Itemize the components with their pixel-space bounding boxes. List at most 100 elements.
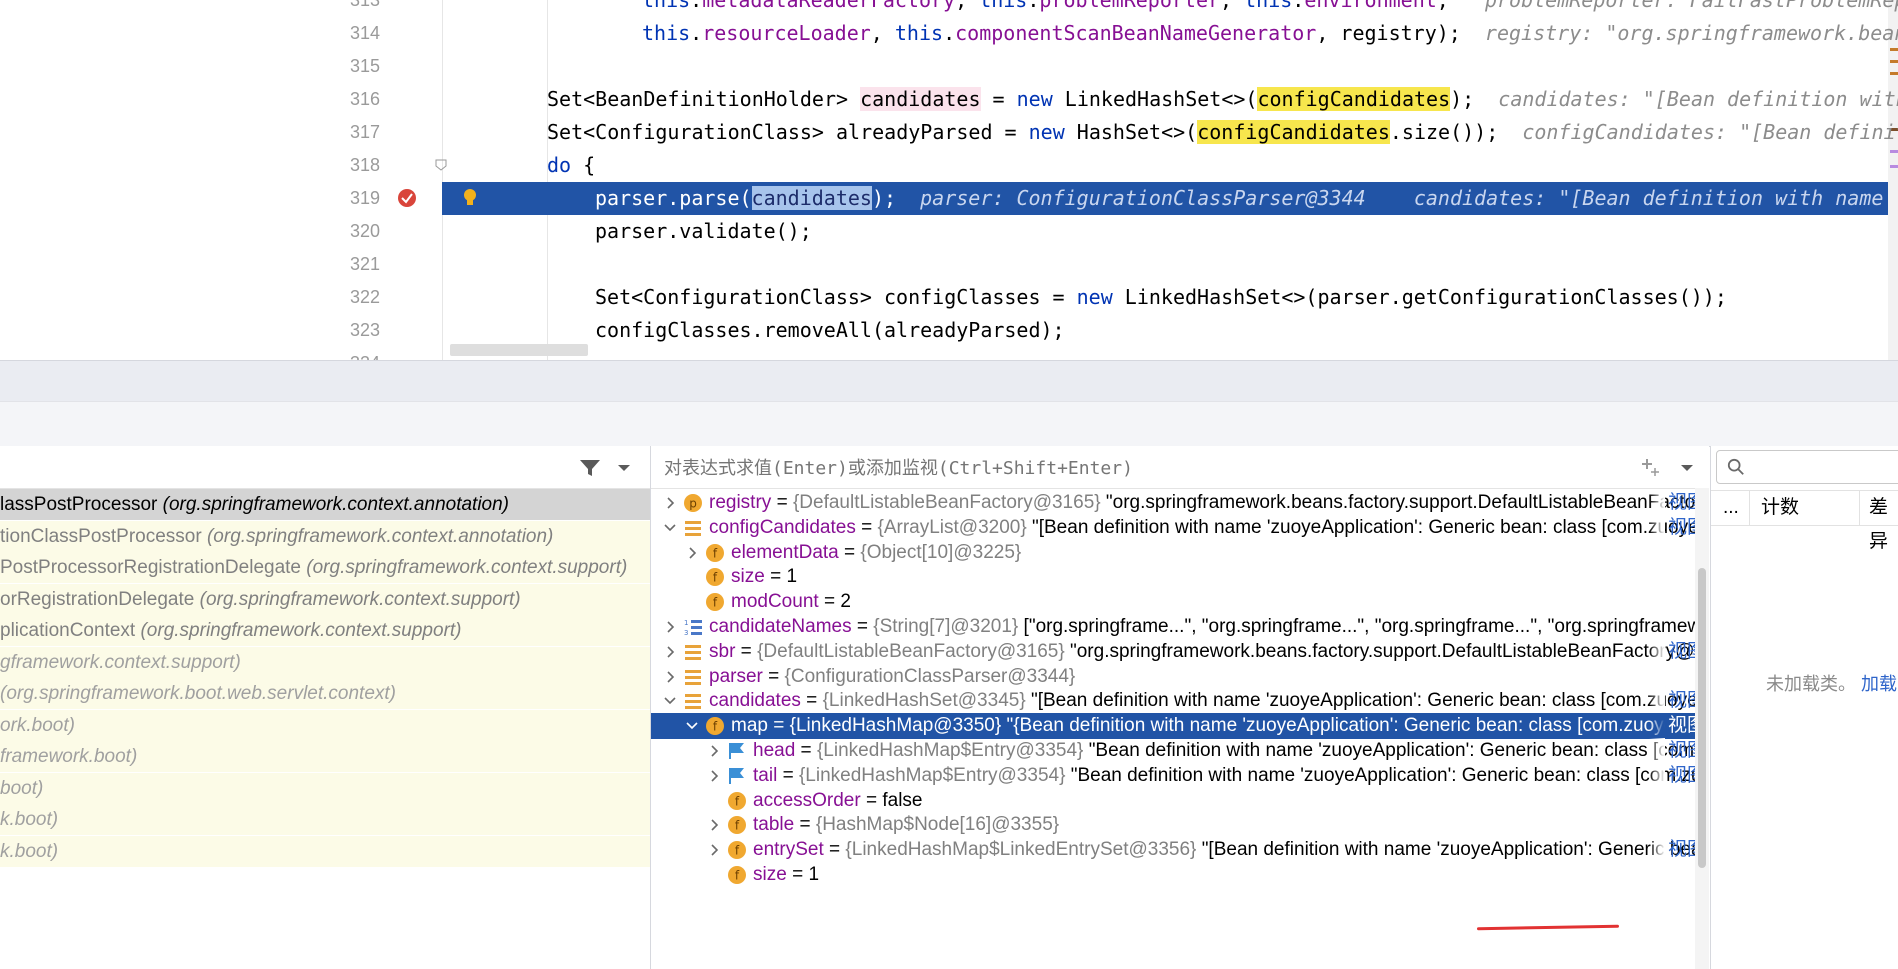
- stack-frame[interactable]: tionClassPostProcessor (org.springframew…: [0, 520, 650, 552]
- equals-sign: =: [860, 789, 883, 811]
- memory-panel[interactable]: ... 计数 差异 未加载类。 加载类: [1710, 446, 1898, 969]
- variable-row-head[interactable]: head = {LinkedHashMap$Entry@3354} "Bean …: [651, 738, 1709, 764]
- variable-row-table[interactable]: f table = {HashMap$Node[16]@3355}: [651, 812, 1709, 838]
- line-number-317[interactable]: 317: [345, 116, 442, 149]
- fold-marker-icon[interactable]: [434, 158, 448, 172]
- code-token: new: [1016, 87, 1053, 111]
- variable-row-accessOrder[interactable]: f accessOrder = false: [651, 788, 1709, 814]
- chevron-right-icon[interactable]: [661, 490, 679, 516]
- code-line-320[interactable]: parser.validate();: [442, 215, 1898, 248]
- line-number-322[interactable]: 322: [345, 281, 442, 314]
- line-number-320[interactable]: 320: [345, 215, 442, 248]
- variable-row-size[interactable]: f size = 1: [651, 862, 1709, 888]
- line-number-319[interactable]: 319: [345, 182, 442, 215]
- line-number-313[interactable]: 313: [345, 0, 442, 17]
- stack-frame[interactable]: gframework.context.support): [0, 646, 650, 678]
- chevron-right-icon[interactable]: [661, 639, 679, 665]
- equals-sign: =: [855, 516, 878, 538]
- evaluate-expression-bar: [651, 446, 1709, 489]
- chevron-down-icon[interactable]: [683, 713, 701, 739]
- stack-frame[interactable]: lassPostProcessor (org.springframework.c…: [0, 489, 650, 520]
- stack-frame[interactable]: ork.boot): [0, 709, 650, 741]
- debug-toolbar: [0, 401, 1898, 447]
- variable-row-sbr[interactable]: sbr = {DefaultListableBeanFactory@3165} …: [651, 638, 1709, 665]
- memory-search-field[interactable]: [1716, 450, 1898, 484]
- code-line-313[interactable]: this.metadataReaderFactory, this.problem…: [442, 0, 1898, 17]
- column-class[interactable]: ...: [1723, 491, 1739, 525]
- line-number: 322: [350, 287, 381, 307]
- chevron-down-icon[interactable]: [661, 688, 679, 714]
- chevron-right-icon[interactable]: [705, 837, 723, 863]
- variable-row-registry[interactable]: p registry = {DefaultListableBeanFactory@…: [651, 490, 1709, 516]
- variable-row-entrySet[interactable]: f entrySet = {LinkedHashMap$LinkedEntrySe…: [651, 837, 1709, 864]
- stack-frame[interactable]: framework.boot): [0, 741, 650, 772]
- variable-row-candidates[interactable]: candidates = {LinkedHashSet@3345} "[Bean…: [651, 688, 1709, 715]
- stack-frame[interactable]: orRegistrationDelegate (org.springframew…: [0, 583, 650, 615]
- empty-message: 未加载类。: [1766, 674, 1856, 694]
- variable-row-candidateNames[interactable]: 1 3 candidateNames = {String[7]@3201} ["or…: [651, 614, 1709, 640]
- stack-frame[interactable]: PostProcessorRegistrationDelegate (org.s…: [0, 552, 650, 583]
- line-number-318[interactable]: 318: [345, 149, 442, 182]
- code-line-316[interactable]: Set<BeanDefinitionHolder> candidates = n…: [442, 83, 1898, 116]
- code-line-321[interactable]: [442, 248, 1898, 281]
- stack-frame[interactable]: (org.springframework.boot.web.servlet.co…: [0, 678, 650, 709]
- variable-type: {LinkedHashMap@3350}: [789, 715, 1002, 737]
- line-number-315[interactable]: 315: [345, 50, 442, 83]
- code-token: problemReporter: FailFastProblemReporter: [1484, 0, 1898, 12]
- code-line-322[interactable]: Set<ConfigurationClass> configClasses = …: [442, 281, 1898, 314]
- line-number-323[interactable]: 323: [345, 314, 442, 347]
- code-token: .size());: [1389, 120, 1523, 144]
- variable-row-elementData[interactable]: f elementData = {Object[10]@3225}: [651, 540, 1709, 566]
- evaluate-expression-input[interactable]: [662, 452, 1626, 484]
- stack-frame[interactable]: plicationContext (org.springframework.co…: [0, 615, 650, 646]
- chevron-right-icon[interactable]: [661, 664, 679, 690]
- code-line-324[interactable]: [442, 347, 1898, 360]
- code-token: this: [642, 21, 691, 45]
- line-number-316[interactable]: 316: [345, 83, 442, 116]
- frames-panel[interactable]: lassPostProcessor (org.springframework.c…: [0, 446, 651, 969]
- variable-row-parser[interactable]: parser = {ConfigurationClassParser@3344}: [651, 664, 1709, 690]
- variable-row-map[interactable]: f map = {LinkedHashMap@3350} "{Bean defin…: [651, 713, 1709, 740]
- line-number-321[interactable]: 321: [345, 248, 442, 281]
- variable-type: {LinkedHashMap$LinkedEntrySet@3356}: [845, 839, 1197, 861]
- chevron-right-icon[interactable]: [661, 614, 679, 640]
- line-number: 318: [350, 155, 381, 175]
- code-token: .: [943, 21, 956, 45]
- variable-row-configCandidates[interactable]: configCandidates = {ArrayList@3200} "[Be…: [651, 514, 1709, 541]
- variable-row-modCount[interactable]: f modCount = 2: [651, 589, 1709, 615]
- variables-scrollbar[interactable]: [1695, 488, 1709, 969]
- stack-frame[interactable]: k.boot): [0, 804, 650, 835]
- chevron-right-icon[interactable]: [683, 540, 701, 566]
- variable-row-tail[interactable]: tail = {LinkedHashMap$Entry@3354} "Bean …: [651, 762, 1709, 789]
- line-number-314[interactable]: 314: [345, 17, 442, 50]
- column-diff[interactable]: 差异: [1869, 491, 1898, 559]
- chevron-down-icon[interactable]: [614, 460, 634, 476]
- line-number-324[interactable]: 324: [345, 347, 442, 360]
- chevron-down-icon[interactable]: [1677, 460, 1697, 476]
- code-line-315[interactable]: [442, 50, 1898, 83]
- variable-row-size[interactable]: f size = 1: [651, 564, 1709, 590]
- code-line-323[interactable]: configClasses.removeAll(alreadyParsed);: [442, 314, 1898, 347]
- chevron-right-icon[interactable]: [705, 812, 723, 838]
- breakpoint-icon[interactable]: [398, 189, 416, 207]
- chevron-right-icon[interactable]: [705, 738, 723, 764]
- code-line-319[interactable]: parser.parse(candidates); parser: Config…: [442, 182, 1898, 215]
- column-count[interactable]: 计数: [1761, 491, 1799, 525]
- stack-frame[interactable]: k.boot): [0, 835, 650, 867]
- filter-icon[interactable]: [578, 458, 602, 478]
- load-classes-link[interactable]: 加载类: [1861, 674, 1898, 694]
- code-line-314[interactable]: this.resourceLoader, this.componentScanB…: [442, 17, 1898, 50]
- variable-name: size: [753, 864, 787, 885]
- line-number: 314: [350, 23, 381, 43]
- code-line-318[interactable]: do {: [442, 149, 1898, 182]
- stack-frame[interactable]: boot): [0, 772, 650, 804]
- lightbulb-icon[interactable]: [462, 188, 478, 208]
- frame-method: tionClassPostProcessor: [0, 525, 202, 547]
- code-line-317[interactable]: Set<ConfigurationClass> alreadyParsed = …: [442, 116, 1898, 149]
- add-watch-icon[interactable]: [1639, 456, 1661, 478]
- chevron-down-icon[interactable]: [661, 515, 679, 541]
- chevron-right-icon[interactable]: [705, 763, 723, 789]
- code-token: problemReporter: [1039, 0, 1221, 12]
- variables-panel[interactable]: p registry = {DefaultListableBeanFactory@…: [651, 446, 1709, 969]
- code-editor[interactable]: 313 this.metadataReaderFactory, this.prob…: [0, 0, 1898, 360]
